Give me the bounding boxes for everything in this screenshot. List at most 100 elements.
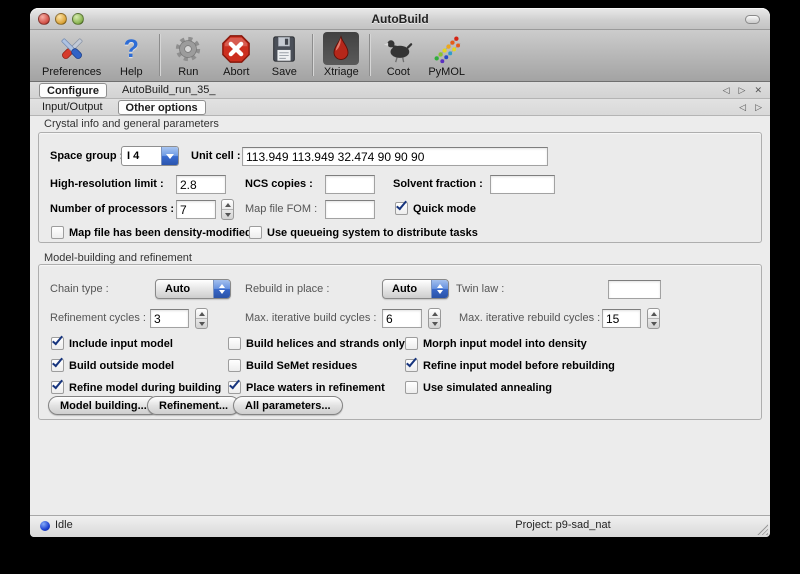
quick-mode-checkbox[interactable]: Quick mode xyxy=(395,201,476,216)
check-icon xyxy=(52,356,63,368)
check-icon xyxy=(396,199,407,211)
refinement-button[interactable]: Refinement... xyxy=(147,396,240,415)
toolbar-label: Xtriage xyxy=(324,66,359,78)
checkbox-label: Quick mode xyxy=(413,203,476,215)
subtab-bar: Input/Output Other options ◁ ▷ xyxy=(30,99,770,116)
tab-input-output[interactable]: Input/Output xyxy=(39,100,106,115)
all-parameters-button[interactable]: All parameters... xyxy=(233,396,343,415)
toolbar-button-xtriage[interactable]: Xtriage xyxy=(323,32,359,78)
model-building-button[interactable]: Model building... xyxy=(48,396,159,415)
build-semet-residues-checkbox[interactable]: Build SeMet residues xyxy=(228,358,357,373)
chain-type-popup[interactable]: Auto xyxy=(155,279,231,299)
floppy-disk-icon xyxy=(266,32,302,65)
number-of-processors-input[interactable] xyxy=(176,200,216,219)
density-modified-checkbox[interactable]: Map file has been density-modified xyxy=(51,225,252,240)
checkbox-box xyxy=(249,226,262,239)
max-build-cycles-input[interactable] xyxy=(382,309,422,328)
rebuild-in-place-label: Rebuild in place : xyxy=(245,280,329,299)
stepper-up-icon[interactable] xyxy=(648,309,659,319)
crystal-section-title: Crystal info and general parameters xyxy=(44,118,219,130)
refinement-cycles-input[interactable] xyxy=(150,309,189,328)
status-text: Idle xyxy=(55,519,73,531)
model-section-title: Model-building and refinement xyxy=(44,252,192,264)
checkbox-box xyxy=(395,202,408,215)
status-bar: Idle Project: p9-sad_nat xyxy=(30,515,770,537)
stepper-up-icon[interactable] xyxy=(222,200,233,210)
resize-grip[interactable] xyxy=(757,524,768,535)
chevron-down-icon[interactable] xyxy=(161,147,178,165)
tab-label: Configure xyxy=(47,85,99,97)
stepper-down-icon[interactable] xyxy=(222,210,233,219)
toolbar-button-save[interactable]: Save xyxy=(266,32,302,78)
checkbox-box xyxy=(228,381,241,394)
subtab-next-button[interactable]: ▷ xyxy=(755,102,762,113)
unit-cell-input[interactable] xyxy=(242,147,548,166)
toolbar-label: Run xyxy=(178,66,198,78)
project-label: Project: p9-sad_nat xyxy=(443,519,683,531)
max-rebuild-cycles-input[interactable] xyxy=(602,309,641,328)
stepper-down-icon[interactable] xyxy=(196,319,207,328)
checkbox-box xyxy=(228,337,241,350)
subtab-prev-button[interactable]: ◁ xyxy=(739,102,746,113)
toolbar-label: Coot xyxy=(387,66,410,78)
toolbar-button-run[interactable]: Run xyxy=(170,32,206,78)
tab-other-options[interactable]: Other options xyxy=(118,100,206,115)
number-of-processors-stepper[interactable] xyxy=(221,199,234,220)
tab-prev-button[interactable]: ◁ xyxy=(723,85,730,96)
toolbar-button-preferences[interactable]: Preferences xyxy=(42,32,101,78)
title-bar[interactable]: AutoBuild xyxy=(30,8,770,30)
checkbox-label: Morph input model into density xyxy=(423,338,587,350)
high-resolution-limit-label: High-resolution limit : xyxy=(50,175,164,194)
checkbox-label: Place waters in refinement xyxy=(246,382,385,394)
checkbox-label: Use queueing system to distribute tasks xyxy=(267,227,478,239)
morph-input-model-checkbox[interactable]: Morph input model into density xyxy=(405,336,587,351)
drop-icon xyxy=(323,32,359,65)
twin-law-input[interactable] xyxy=(608,280,661,299)
stepper-up-icon[interactable] xyxy=(429,309,440,319)
tab-autobuild-run-35[interactable]: AutoBuild_run_35_ xyxy=(119,83,219,98)
stepper-down-icon[interactable] xyxy=(648,319,659,328)
checkbox-label: Map file has been density-modified xyxy=(69,227,252,239)
refine-during-building-checkbox[interactable]: Refine model during building xyxy=(51,380,221,395)
solvent-fraction-input[interactable] xyxy=(490,175,555,194)
question-mark-icon: ? xyxy=(113,32,149,65)
ncs-copies-input[interactable] xyxy=(325,175,375,194)
solvent-fraction-label: Solvent fraction : xyxy=(393,175,483,194)
tab-close-button[interactable]: ✕ xyxy=(754,85,762,96)
high-resolution-limit-input[interactable] xyxy=(176,175,226,194)
rebuild-in-place-popup[interactable]: Auto xyxy=(382,279,449,299)
simulated-annealing-checkbox[interactable]: Use simulated annealing xyxy=(405,380,552,395)
check-icon xyxy=(229,378,240,390)
refinement-cycles-label: Refinement cycles : xyxy=(50,309,146,328)
max-build-cycles-label: Max. iterative build cycles : xyxy=(245,309,376,328)
toolbar-button-coot[interactable]: Coot xyxy=(380,32,416,78)
stepper-up-icon[interactable] xyxy=(196,309,207,319)
toolbar-button-pymol[interactable]: PyMOL xyxy=(428,32,465,78)
place-waters-checkbox[interactable]: Place waters in refinement xyxy=(228,380,385,395)
build-helices-strands-checkbox[interactable]: Build helices and strands only xyxy=(228,336,405,351)
space-group-combobox[interactable]: I 4 xyxy=(121,146,179,166)
map-file-fom-input[interactable] xyxy=(325,200,375,219)
stepper-down-icon[interactable] xyxy=(429,319,440,328)
tab-label: AutoBuild_run_35_ xyxy=(122,84,216,96)
refinement-cycles-stepper[interactable] xyxy=(195,308,208,329)
include-input-model-checkbox[interactable]: Include input model xyxy=(51,336,173,351)
tools-icon xyxy=(54,32,90,65)
build-outside-model-checkbox[interactable]: Build outside model xyxy=(51,358,174,373)
check-icon xyxy=(406,356,417,368)
checkbox-label: Refine input model before rebuilding xyxy=(423,360,615,372)
toolbar-separator xyxy=(312,34,313,76)
max-build-cycles-stepper[interactable] xyxy=(428,308,441,329)
checkbox-box xyxy=(51,337,64,350)
queueing-system-checkbox[interactable]: Use queueing system to distribute tasks xyxy=(249,225,478,240)
toolbar-button-abort[interactable]: Abort xyxy=(218,32,254,78)
tab-next-button[interactable]: ▷ xyxy=(739,85,746,96)
toolbar-toggle-button[interactable] xyxy=(745,15,760,24)
max-rebuild-cycles-stepper[interactable] xyxy=(647,308,660,329)
subtab-nav-controls: ◁ ▷ xyxy=(739,99,762,116)
chain-type-label: Chain type : xyxy=(50,280,109,299)
tab-configure[interactable]: Configure xyxy=(39,83,107,98)
refine-input-model-checkbox[interactable]: Refine input model before rebuilding xyxy=(405,358,615,373)
bird-icon xyxy=(380,32,416,65)
toolbar-button-help[interactable]: ? Help xyxy=(113,32,149,78)
